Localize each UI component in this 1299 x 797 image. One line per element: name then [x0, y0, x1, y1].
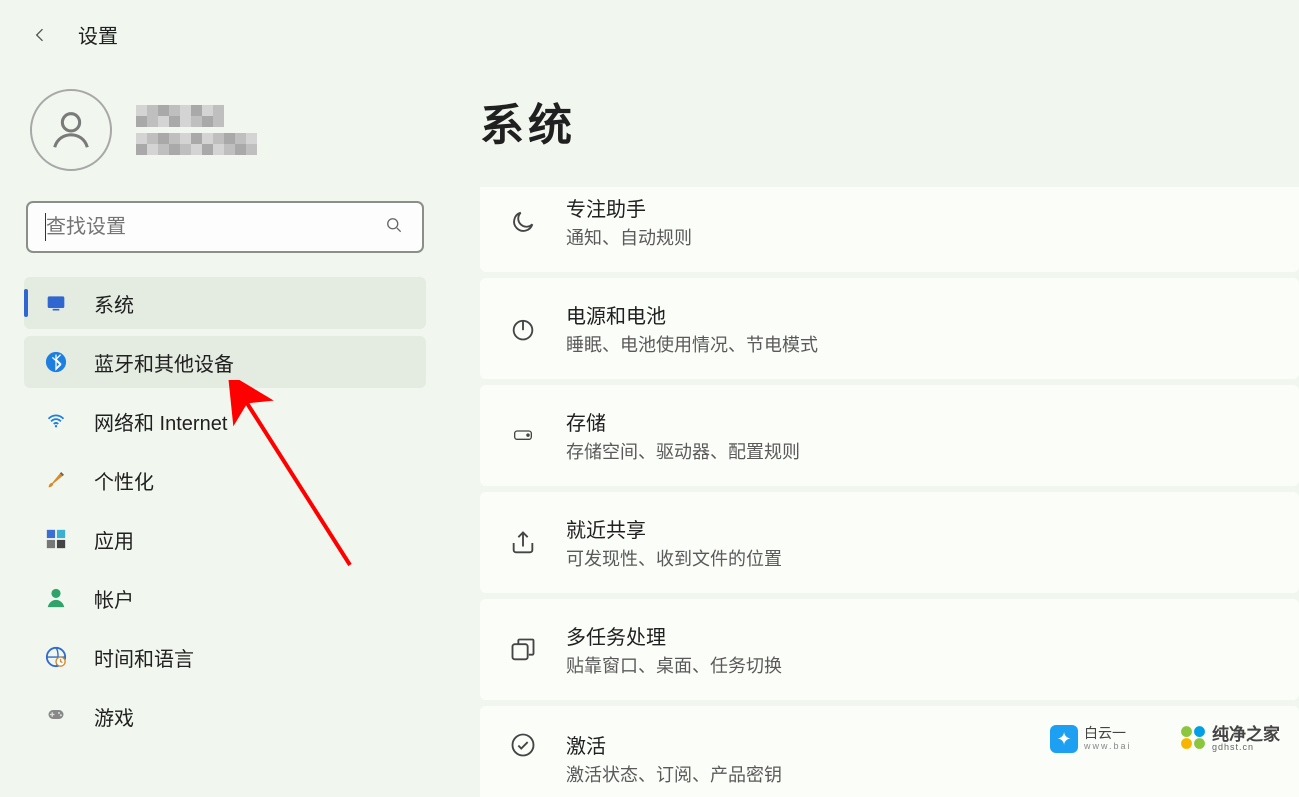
- card-desc: 贴靠窗口、桌面、任务切换: [566, 652, 782, 678]
- watermark-baiyun: ✦ 白云一 www.bai: [1050, 725, 1132, 753]
- bluetooth-icon: [44, 350, 68, 374]
- clock-globe-icon: [44, 645, 68, 669]
- back-icon[interactable]: [30, 25, 50, 45]
- drive-icon: [508, 421, 538, 451]
- power-icon: [508, 314, 538, 344]
- watermark-chunjing: 纯净之家 gdhst.cn: [1180, 724, 1280, 753]
- card-title: 就近共享: [566, 514, 782, 543]
- wifi-icon: [44, 409, 68, 433]
- person-icon: [44, 586, 68, 610]
- sidebar-item-label: 网络和 Internet: [94, 407, 227, 436]
- card-title: 多任务处理: [566, 621, 782, 650]
- sidebar-item-time-language[interactable]: 时间和语言: [24, 631, 426, 683]
- settings-card-focus[interactable]: 专注助手 通知、自动规则: [480, 187, 1299, 272]
- sidebar-item-bluetooth[interactable]: 蓝牙和其他设备: [24, 336, 426, 388]
- sidebar-item-network[interactable]: 网络和 Internet: [24, 395, 426, 447]
- card-title: 电源和电池: [566, 300, 818, 329]
- search-field[interactable]: [46, 216, 384, 239]
- avatar: [30, 89, 112, 171]
- sidebar-item-label: 个性化: [94, 466, 154, 495]
- card-title: 激活: [566, 730, 782, 759]
- settings-card-storage[interactable]: 存储 存储空间、驱动器、配置规则: [480, 385, 1299, 486]
- settings-card-nearby[interactable]: 就近共享 可发现性、收到文件的位置: [480, 492, 1299, 593]
- card-desc: 睡眠、电池使用情况、节电模式: [566, 331, 818, 357]
- settings-card-multitask[interactable]: 多任务处理 贴靠窗口、桌面、任务切换: [480, 599, 1299, 700]
- card-desc: 激活状态、订阅、产品密钥: [566, 761, 782, 787]
- sidebar-item-label: 时间和语言: [94, 643, 194, 672]
- sidebar: 系统 蓝牙和其他设备 网络和 Internet 个性化: [20, 69, 430, 797]
- check-circle-icon: [508, 730, 538, 760]
- share-icon: [508, 528, 538, 558]
- user-profile[interactable]: [20, 69, 430, 201]
- apps-icon: [44, 527, 68, 551]
- page-title: 系统: [480, 89, 1299, 153]
- sidebar-item-personalization[interactable]: 个性化: [24, 454, 426, 506]
- search-icon: [384, 215, 404, 240]
- card-desc: 存储空间、驱动器、配置规则: [566, 438, 800, 464]
- brush-icon: [44, 468, 68, 492]
- sidebar-item-label: 系统: [94, 289, 134, 318]
- sidebar-item-label: 应用: [94, 525, 134, 554]
- sidebar-item-gaming[interactable]: 游戏: [24, 690, 426, 742]
- windows-stack-icon: [508, 635, 538, 665]
- sidebar-item-label: 蓝牙和其他设备: [94, 348, 234, 377]
- sidebar-item-label: 帐户: [94, 584, 134, 613]
- settings-card-activation[interactable]: 激活 激活状态、订阅、产品密钥: [480, 706, 1299, 797]
- card-title: 专注助手: [566, 193, 692, 222]
- sidebar-item-apps[interactable]: 应用: [24, 513, 426, 565]
- settings-card-power[interactable]: 电源和电池 睡眠、电池使用情况、节电模式: [480, 278, 1299, 379]
- search-input[interactable]: [26, 201, 424, 253]
- user-name-redacted: [136, 105, 257, 155]
- gamepad-icon: [44, 704, 68, 728]
- sidebar-item-system[interactable]: 系统: [24, 277, 426, 329]
- moon-icon: [508, 207, 538, 237]
- card-title: 存储: [566, 407, 800, 436]
- main-content: 系统 专注助手 通知、自动规则 电源和电池 睡眠、电池使用情况、节电模式: [480, 69, 1299, 797]
- card-desc: 通知、自动规则: [566, 224, 692, 250]
- app-title: 设置: [78, 20, 118, 49]
- sidebar-item-accounts[interactable]: 帐户: [24, 572, 426, 624]
- card-desc: 可发现性、收到文件的位置: [566, 545, 782, 571]
- sidebar-item-label: 游戏: [94, 702, 134, 731]
- display-icon: [44, 291, 68, 315]
